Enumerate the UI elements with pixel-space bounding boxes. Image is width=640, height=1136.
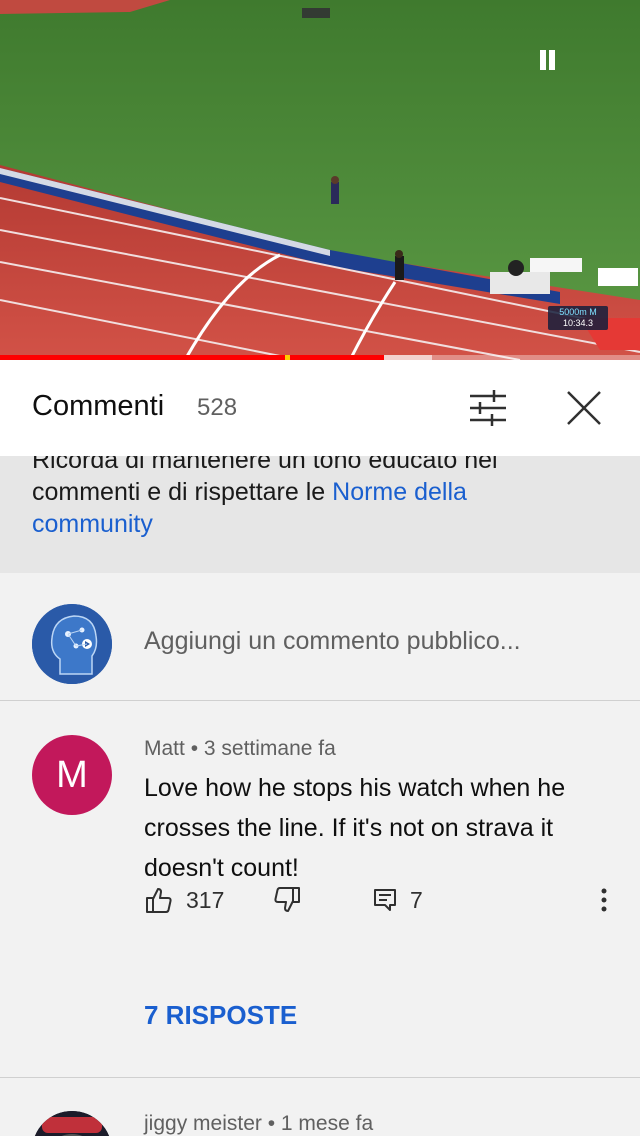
- thumbs-down-icon: [274, 887, 300, 912]
- reply-button[interactable]: 7: [372, 880, 423, 920]
- comment-time: 1 mese fa: [280, 1112, 374, 1135]
- meta-separator: •: [190, 737, 199, 760]
- more-vert-icon: [601, 888, 607, 912]
- more-options-button[interactable]: [594, 880, 614, 920]
- watch-avatar-icon: [32, 1111, 112, 1136]
- video-player[interactable]: 5000m M 10:34.3: [0, 0, 640, 360]
- comment-thread: jiggy meister • 1 mese fa: [0, 1078, 640, 1136]
- user-avatar: [32, 604, 112, 684]
- thumbs-up-icon: [146, 888, 172, 913]
- meta-separator: •: [267, 1112, 276, 1135]
- avatar-head-circuit-icon: [32, 604, 112, 684]
- commenter-avatar[interactable]: M: [32, 735, 112, 815]
- comment-meta: Matt • 3 settimane fa: [144, 737, 336, 761]
- sliders-icon: [470, 390, 506, 426]
- comment-text: Love how he stops his watch when he cros…: [144, 774, 566, 882]
- video-frame: [0, 0, 640, 360]
- reply-count: 7: [410, 886, 423, 913]
- comment-actions: 317 7: [144, 880, 624, 920]
- comments-screen: 5000m M 10:34.3 Commenti 528 Ricorda di …: [0, 0, 640, 1136]
- race-event-label: 5000m M: [559, 307, 597, 317]
- race-time-label: 10:34.3: [562, 318, 594, 328]
- view-replies-button[interactable]: 7 RISPOSTE: [144, 1000, 297, 1031]
- like-button[interactable]: 317: [144, 880, 224, 920]
- notice-text: Ricorda di mantenere un tono educato nei…: [32, 444, 592, 540]
- comment-author[interactable]: Matt: [144, 737, 185, 760]
- comment-thread: M Matt • 3 settimane fa Love how he stop…: [0, 702, 640, 1077]
- race-timer-overlay: 5000m M 10:34.3: [548, 306, 608, 330]
- comment-author[interactable]: jiggy meister: [144, 1112, 262, 1135]
- comments-title: Commenti: [32, 390, 165, 422]
- comments-header: Commenti 528: [0, 360, 640, 456]
- sort-filter-button[interactable]: [462, 384, 514, 432]
- dislike-button[interactable]: [272, 880, 302, 920]
- add-comment-input[interactable]: Aggiungi un commento pubblico...: [144, 627, 521, 656]
- close-comments-button[interactable]: [558, 382, 610, 434]
- comment-time: 3 settimane fa: [203, 737, 336, 760]
- comments-count: 528: [197, 394, 238, 421]
- close-icon: [567, 391, 601, 425]
- commenter-avatar[interactable]: [32, 1111, 112, 1136]
- comment-meta: jiggy meister • 1 mese fa: [144, 1112, 373, 1136]
- comment-reply-icon: [374, 889, 396, 911]
- like-count: 317: [186, 886, 225, 913]
- add-comment-row[interactable]: Aggiungi un commento pubblico...: [0, 573, 640, 701]
